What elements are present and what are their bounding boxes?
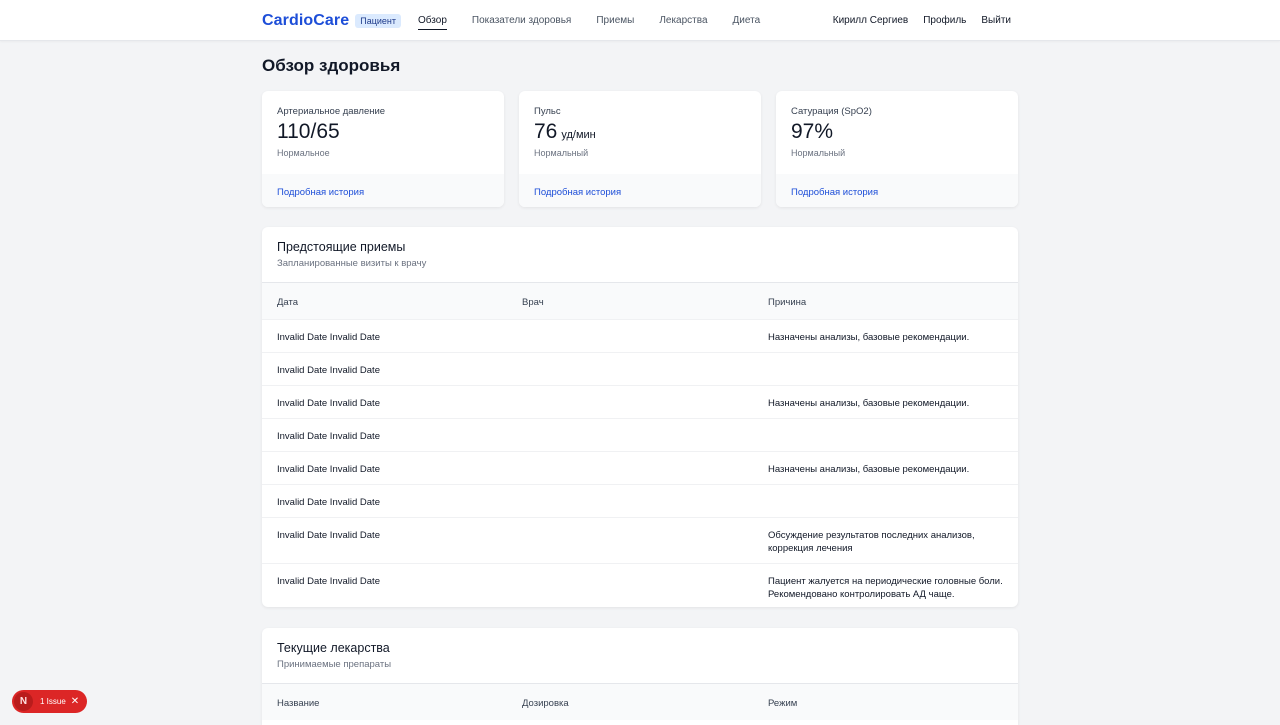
stat-number: 97% [791,120,834,143]
column-header-doctor: Врач [522,297,544,308]
cell-date: Invalid Date Invalid Date [277,332,380,343]
table-header: Название Дозировка Режим [262,683,1018,720]
table-row: Invalid Date Invalid Date Пациент жалует… [262,563,1018,607]
role-badge: Пациент [355,13,402,28]
column-header-regimen: Режим [768,698,798,709]
table-row: Invalid Date Invalid Date Назначены анал… [262,319,1018,352]
table-header: Дата Врач Причина [262,282,1018,319]
stat-status: Нормальный [534,148,589,158]
panel-subtitle: Запланированные визиты к врачу [277,258,427,269]
cell-reason: Назначены анализы, базовые рекомендации. [768,332,970,343]
cell-reason: Назначены анализы, базовые рекомендации. [768,398,970,409]
cell-date: Invalid Date Invalid Date [277,530,380,541]
column-header-name: Название [277,698,320,709]
stat-unit: уд/мин [561,129,596,141]
nav-link-appointments[interactable]: Приемы [596,12,634,30]
stat-label: Артериальное давление [277,106,386,117]
stat-card-saturation: Сатурация (SpO2) 97% Нормальный Подробна… [776,91,1018,207]
cell-reason: Пациент жалуется на периодические головн… [768,576,1003,600]
stat-status: Нормальный [791,148,846,158]
stat-card-blood-pressure: Артериальное давление 110/65 Нормальное … [262,91,504,207]
column-header-date: Дата [277,297,299,308]
stat-value: 76 уд/мин [534,120,596,144]
table-row: Invalid Date Invalid Date [262,418,1018,451]
issue-count: 1 Issue [40,697,66,706]
cell-date: Invalid Date Invalid Date [277,497,380,508]
stat-value: 110/65 [277,120,344,144]
stat-status: Нормальное [277,148,330,158]
stat-value: 97% [791,120,837,144]
nav-links: Обзор Показатели здоровья Приемы Лекарст… [418,12,785,30]
table-row: Invalid Date Invalid Date [262,484,1018,517]
next-logo-icon: N [14,692,33,711]
user-name: Кирилл Сергиев [832,15,909,26]
medications-panel: Текущие лекарства Принимаемые препараты … [262,628,1018,725]
nav-link-health-metrics[interactable]: Показатели здоровья [472,12,571,30]
cell-date: Invalid Date Invalid Date [277,365,380,376]
nav-link-overview[interactable]: Обзор [418,12,447,30]
stat-number: 76 [534,120,558,143]
nav-user-area: Кирилл Сергиев Профиль Выйти [818,15,1011,26]
nav-link-medications[interactable]: Лекарства [659,12,707,30]
panel-subtitle: Принимаемые препараты [277,659,392,670]
profile-link[interactable]: Профиль [923,15,966,26]
stat-footer: Подробная история [776,174,1018,207]
app-logo[interactable]: CardioCare [262,12,349,30]
top-navbar: CardioCare Пациент Обзор Показатели здор… [0,0,1280,41]
stat-number: 110/65 [277,120,340,143]
stat-footer: Подробная история [519,174,761,207]
close-icon[interactable]: ✕ [71,696,79,707]
panel-title: Предстоящие приемы [277,240,406,254]
stat-label: Сатурация (SpO2) [791,106,872,117]
stat-card-pulse: Пульс 76 уд/мин Нормальный Подробная исто… [519,91,761,207]
table-row: Invalid Date Invalid Date [262,352,1018,385]
cell-date: Invalid Date Invalid Date [277,431,380,442]
column-header-dosage: Дозировка [522,698,569,709]
history-link[interactable]: Подробная история [791,187,878,198]
table-body: Invalid Date Invalid Date Назначены анал… [262,319,1018,607]
table-row: Invalid Date Invalid Date Обсуждение рез… [262,517,1018,563]
cell-date: Invalid Date Invalid Date [277,398,380,409]
cell-reason: Обсуждение результатов последних анализо… [768,530,975,554]
navbar-inner: CardioCare Пациент Обзор Показатели здор… [262,0,1011,41]
cell-date: Invalid Date Invalid Date [277,576,380,587]
column-header-reason: Причина [768,297,807,308]
appointments-panel: Предстоящие приемы Запланированные визит… [262,227,1018,607]
stat-label: Пульс [534,106,561,117]
issues-badge[interactable]: N 1 Issue ✕ [12,690,87,713]
table-row: Invalid Date Invalid Date Назначены анал… [262,451,1018,484]
history-link[interactable]: Подробная история [534,187,621,198]
table-row: Invalid Date Invalid Date Назначены анал… [262,385,1018,418]
page-title: Обзор здоровья [262,56,401,75]
logout-link[interactable]: Выйти [981,15,1011,26]
nav-link-diet[interactable]: Диета [733,12,761,30]
stat-footer: Подробная история [262,174,504,207]
cell-date: Invalid Date Invalid Date [277,464,380,475]
history-link[interactable]: Подробная история [277,187,364,198]
cell-reason: Назначены анализы, базовые рекомендации. [768,464,970,475]
panel-title: Текущие лекарства [277,641,390,655]
